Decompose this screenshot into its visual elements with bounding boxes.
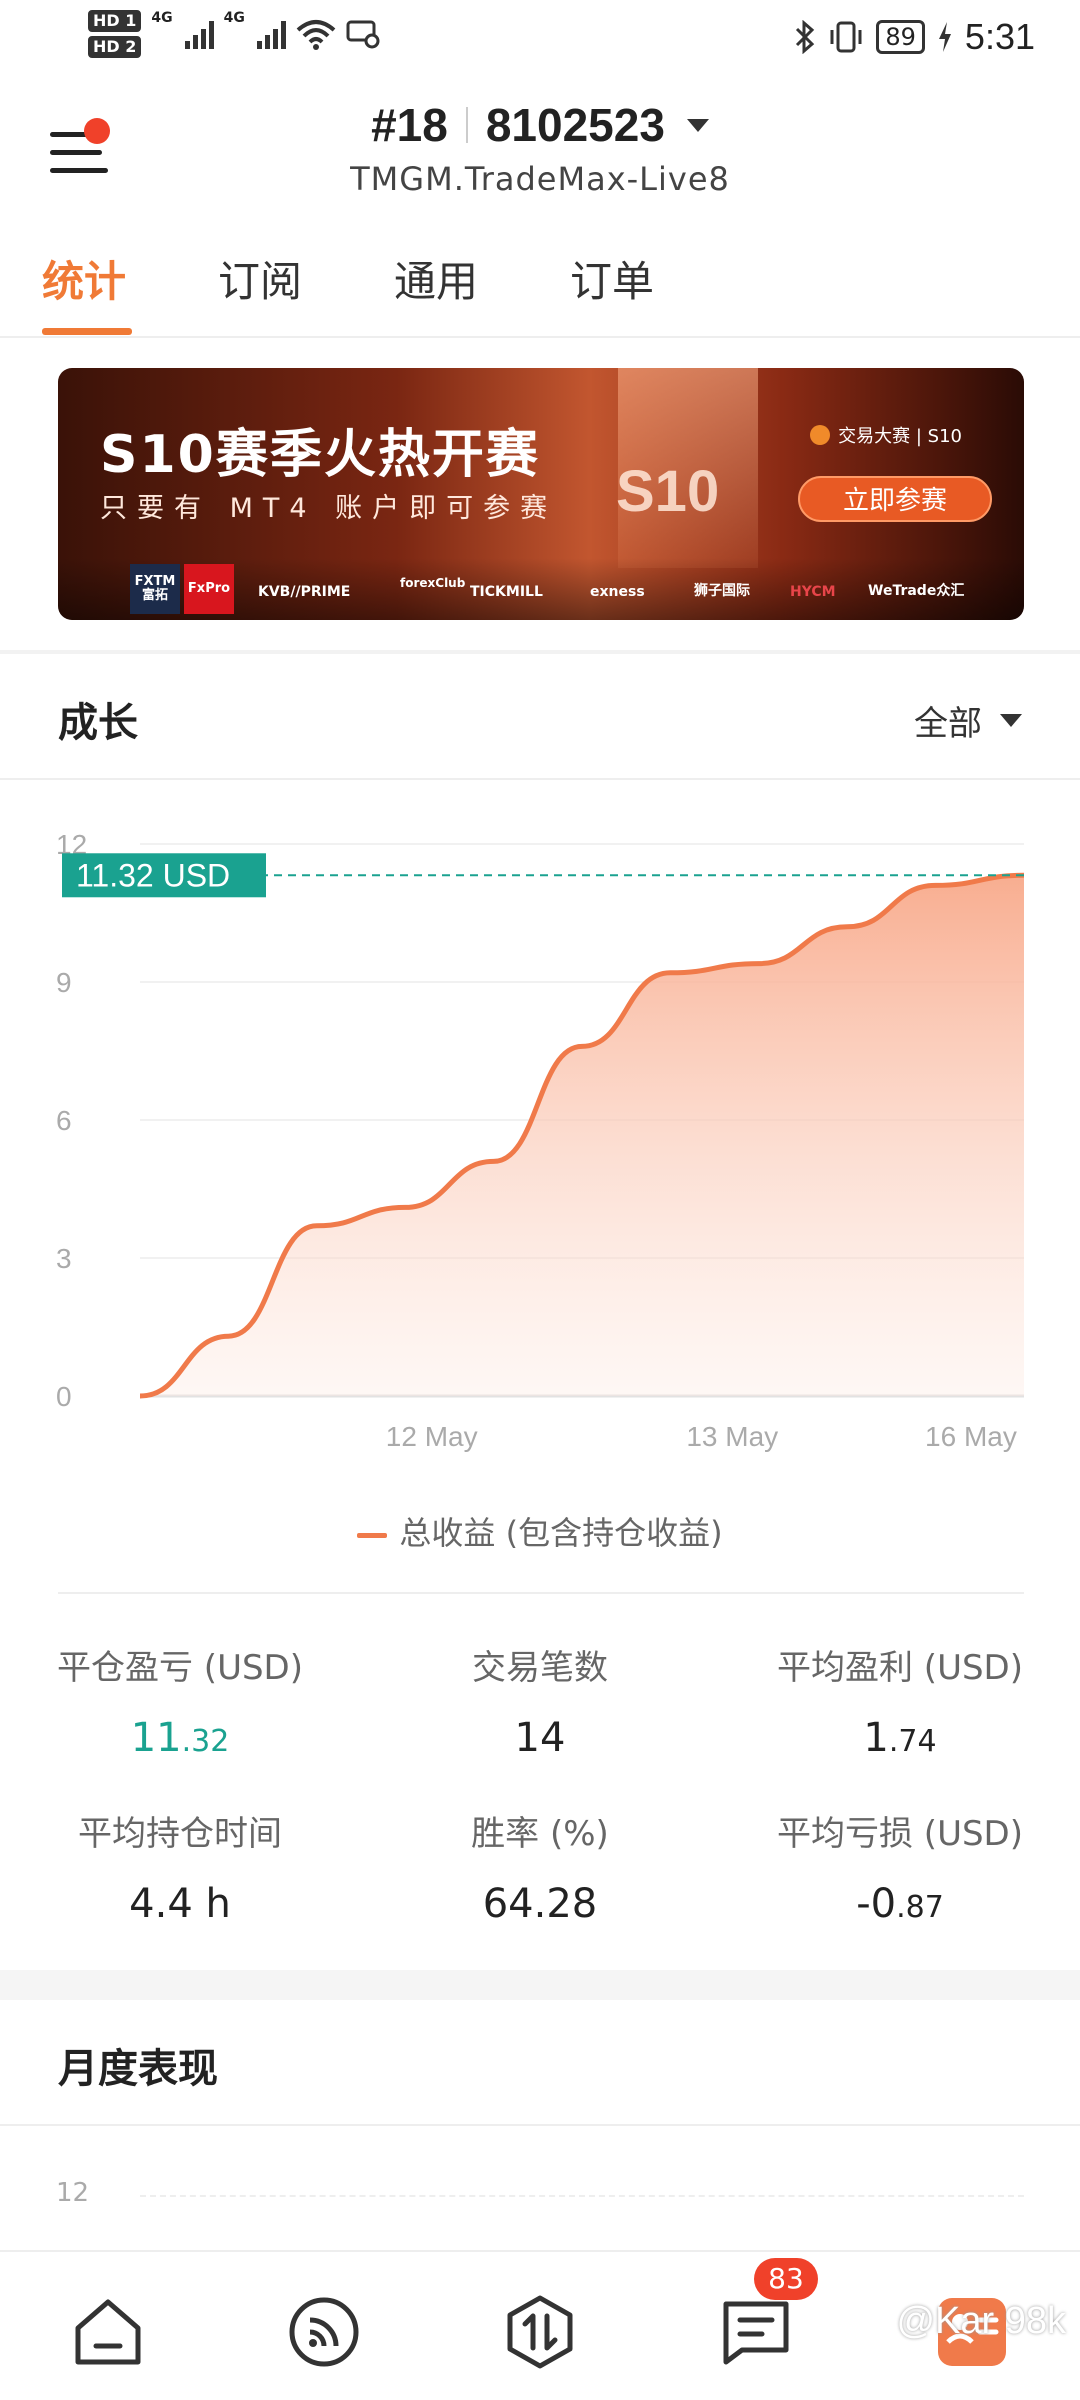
message-icon (723, 2301, 789, 2365)
signal-icon-2 (256, 19, 286, 49)
tab-bar: 统计 订阅 通用 订单 (0, 248, 1080, 338)
hd2-indicator: HD 2 (88, 36, 142, 58)
x-tick-label: 12 May (386, 1421, 478, 1452)
status-right: 89 5:31 (794, 16, 1035, 58)
active-tab-indicator (42, 328, 132, 335)
stat-avg-profit: 平均盈利 (USD) 1.74 (720, 1640, 1080, 1761)
stat-label: 胜率 (%) (471, 1814, 609, 1854)
sponsor-logo: WeTrade众汇 (868, 583, 965, 599)
section-divider (0, 650, 1080, 654)
y-tick-label: 3 (56, 1243, 72, 1274)
stat-value: 14 (514, 1715, 566, 1761)
sponsor-logos: FXTM 富拓 FxPro KVB//PRIME forexClub TICKM… (58, 558, 1024, 620)
growth-title: 成长 (58, 700, 138, 746)
server-name: TMGM.TradeMax-Live8 (350, 160, 730, 198)
status-bar: HD 1 HD 2 4G 4G 89 5:31 (0, 0, 1080, 80)
stat-avg-hold-time: 平均持仓时间 4.4 h (0, 1806, 360, 1927)
vibrate-icon (830, 21, 862, 53)
section-divider (58, 1592, 1024, 1594)
monthly-gridline (140, 2195, 1024, 2197)
account-divider (465, 107, 468, 143)
y-tick-label: 6 (56, 1105, 72, 1136)
stat-avg-loss: 平均亏损 (USD) -0.87 (720, 1806, 1080, 1927)
stat-value: -0.87 (856, 1881, 944, 1927)
contest-logo-icon (810, 425, 831, 445)
sponsor-logo: HYCM (790, 584, 836, 600)
sponsor-logo: exness (590, 584, 645, 600)
bluetooth-icon (796, 20, 815, 54)
stat-label: 平均盈利 (USD) (777, 1648, 1023, 1688)
legend-swatch (357, 1532, 388, 1538)
growth-chart[interactable]: 129630 11.32 USD 12 May 13 May 16 May (0, 800, 1080, 1480)
signal-icon (184, 19, 214, 49)
range-value: 全部 (914, 704, 982, 744)
watermark: @Kar 98k (896, 2300, 1066, 2342)
sponsor-logo: FXTM 富拓 (130, 564, 180, 614)
sponsor-logo: TICKMILL (470, 584, 543, 600)
sponsor-logo: 狮子国际 (694, 583, 750, 599)
messages-badge: 83 (754, 2258, 818, 2300)
status-left: HD 1 HD 2 4G 4G (88, 10, 380, 58)
tab-general[interactable]: 通用 (394, 248, 478, 338)
section-gap (0, 1970, 1080, 2000)
contest-label: 交易大赛 | S10 (810, 422, 962, 448)
chevron-down-icon (686, 118, 709, 132)
growth-area (140, 875, 1024, 1396)
chart-legend: 总收益 (包含持仓收益) (0, 1508, 1080, 1554)
y-tick-label: 0 (56, 1381, 72, 1412)
monthly-title: 月度表现 (58, 2046, 218, 2092)
current-value-label: 11.32 USD (76, 857, 230, 893)
nav-feed[interactable] (284, 2292, 364, 2372)
sponsor-logo: KVB//PRIME (258, 584, 351, 600)
stat-value: 1.74 (863, 1715, 937, 1761)
stat-value: 4.4 h (129, 1881, 231, 1927)
network-type-2: 4G (223, 10, 245, 26)
legend-label: 总收益 (包含持仓收益) (399, 1514, 723, 1552)
stat-label: 平仓盈亏 (USD) (57, 1648, 303, 1688)
nav-home[interactable] (68, 2292, 148, 2372)
x-tick-label: 16 May (925, 1421, 1017, 1452)
banner-s10-mark: S10 (616, 459, 720, 524)
sponsor-logo: FxPro (184, 564, 234, 614)
stat-value: 64.28 (482, 1881, 598, 1927)
section-divider (0, 778, 1080, 780)
x-tick-label: 13 May (686, 1421, 778, 1452)
trade-icon (507, 2295, 573, 2369)
monthly-y-tick: 12 (56, 2178, 90, 2208)
nav-trade[interactable] (500, 2292, 580, 2372)
contest-label-text: 交易大赛 | S10 (838, 426, 962, 447)
promo-banner[interactable]: S10赛季火热开赛 只要有 MT4 账户即可参赛 S10 交易大赛 | S10 … (58, 368, 1024, 620)
hd1-indicator: HD 1 (88, 10, 142, 32)
account-number: #18 (371, 99, 448, 151)
stat-label: 平均持仓时间 (78, 1814, 282, 1854)
stat-value: 11.32 (130, 1715, 230, 1761)
section-divider (0, 2124, 1080, 2126)
network-type-1: 4G (151, 10, 173, 26)
banner-title: S10赛季火热开赛 (100, 425, 540, 485)
join-contest-button[interactable]: 立即参赛 (798, 476, 992, 522)
chevron-down-icon (1000, 714, 1022, 727)
y-tick-label: 9 (56, 967, 72, 998)
tab-subscribe[interactable]: 订阅 (218, 248, 302, 338)
tab-stats[interactable]: 统计 (42, 248, 126, 338)
signal-feed-icon (289, 2297, 359, 2367)
stat-label: 平均亏损 (USD) (777, 1814, 1023, 1854)
stat-closed-pnl: 平仓盈亏 (USD) 11.32 (0, 1640, 360, 1761)
charging-icon (938, 22, 951, 52)
tab-orders[interactable]: 订单 (570, 248, 654, 338)
banner-subtitle: 只要有 MT4 账户即可参赛 (100, 493, 558, 524)
nav-messages[interactable]: 83 (716, 2258, 818, 2372)
stat-win-rate: 胜率 (%) 64.28 (360, 1806, 720, 1927)
home-icon (75, 2299, 141, 2365)
stat-trade-count: 交易笔数 14 (360, 1640, 720, 1761)
account-selector[interactable]: #18 8102523 TMGM.TradeMax-Live8 (0, 98, 1080, 198)
battery-level: 89 (876, 20, 925, 54)
range-dropdown[interactable]: 全部 (914, 696, 1022, 745)
wifi-icon (296, 20, 336, 50)
sponsor-logo: forexClub (400, 576, 466, 590)
status-time: 5:31 (964, 16, 1035, 57)
cast-icon (346, 20, 380, 49)
stat-label: 交易笔数 (472, 1648, 608, 1688)
account-id: 8102523 (485, 99, 665, 151)
